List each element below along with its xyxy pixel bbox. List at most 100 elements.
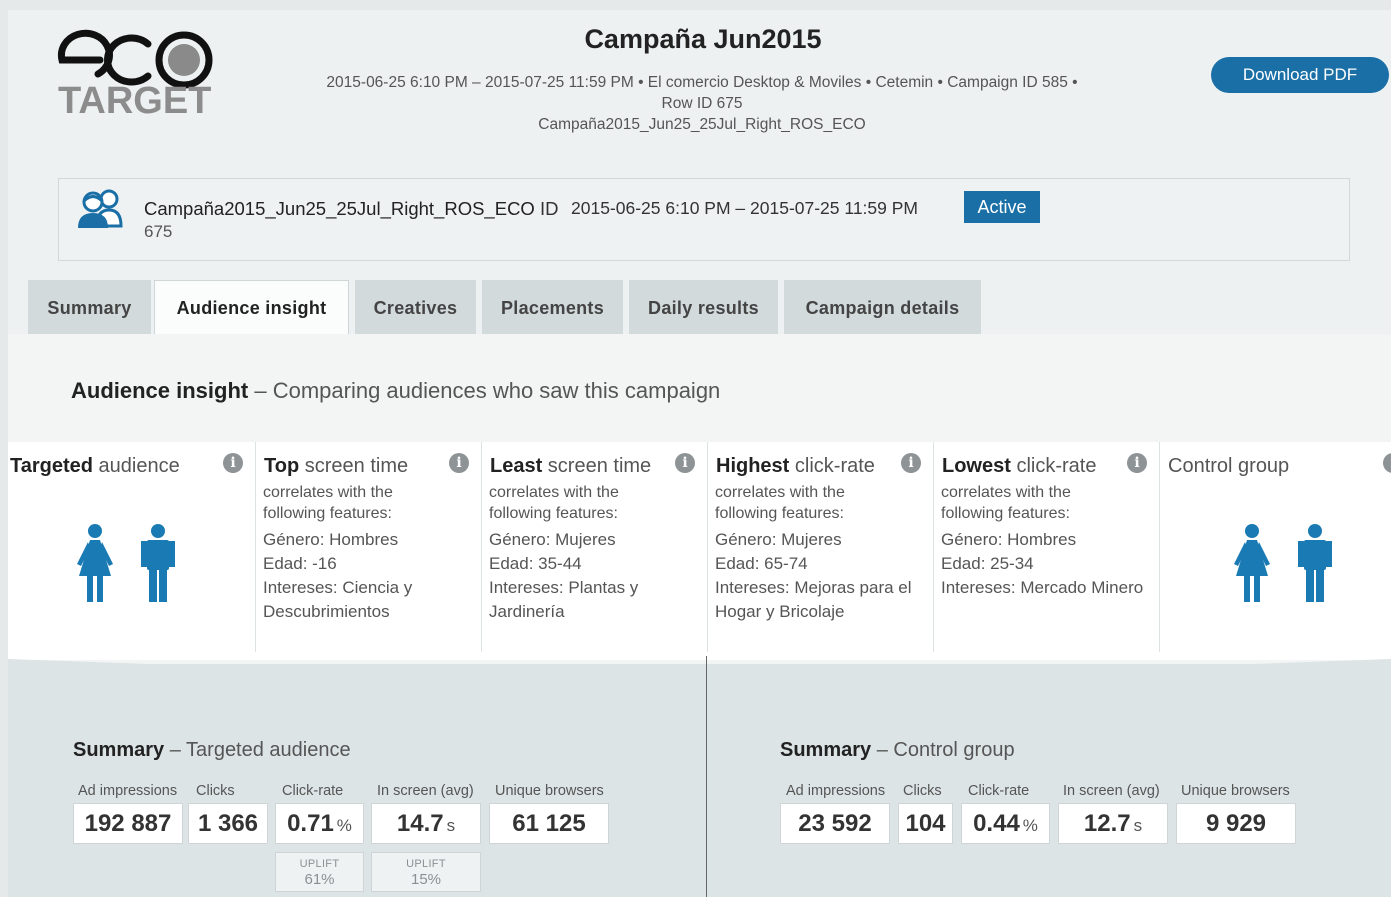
audience-card-title: Lowest click-rate [942,455,1096,478]
stat-label-click-rate: Click-rate [282,783,344,799]
campaign-name: Campaña2015_Jun25_25Jul_Right_ROS_ECO ID [144,198,558,220]
campaign-meta: 2015-06-25 6:10 PM – 2015-07-25 11:59 PM… [270,72,1134,135]
wave-divider [8,659,1391,684]
info-icon[interactable]: i [675,453,695,473]
audience-card-description: correlates with the following features: [489,484,619,522]
info-icon[interactable]: i [1127,453,1147,473]
stat-unique-browsers: 61 125 [489,803,609,844]
page: TARGET Campaña Jun2015 2015-06-25 6:10 P… [8,10,1391,897]
section-title: Audience insight – Comparing audiences w… [71,378,720,404]
stat-clicks: 1 366 [188,803,268,844]
audience-card-lowest-click-rate: Lowest click-rate i correlates with the … [934,442,1160,652]
stat-ad-impressions: 192 887 [73,803,183,844]
campaign-id-value: 675 [144,222,173,241]
stat-click-rate: 0.44% [961,803,1050,844]
summary-control-title: Summary – Control group [780,739,1015,762]
stat-label-in-screen: In screen (avg) [1063,783,1160,799]
uplift-value: 15% [410,871,442,888]
feature-item: Edad: 65-74 [715,554,808,573]
male-figure-icon [141,524,175,602]
campaign-id-label: ID [534,198,559,219]
audience-card-features: Género: Mujeres Edad: 65-74 Intereses: M… [715,528,931,624]
audience-card-title: Control group [1168,455,1289,478]
info-icon[interactable]: i [1383,453,1391,473]
stat-ad-impressions: 23 592 [780,803,890,844]
tab-audience-insight[interactable]: Audience insight [154,280,349,336]
audience-card-features: Género: Hombres Edad: -16 Intereses: Cie… [263,528,481,624]
audience-card-title-rest: screen time [299,455,409,477]
feature-item: Intereses: Plantas y Jardinería [489,578,639,621]
uplift-label: UPLIFT [299,858,340,870]
page-title: Campaña Jun2015 [584,24,822,54]
feature-item: Edad: 35-44 [489,554,582,573]
audience-card-title-rest: click-rate [1010,455,1097,477]
summary-title-bold: Summary [73,739,165,761]
audience-card-title-bold: Lowest [942,455,1011,477]
users-icon [78,189,123,228]
feature-item: Género: Mujeres [715,530,842,549]
summary-area-bg [8,664,1391,897]
audience-card-targeted: Targeted audience i [8,442,256,652]
tab-campaign-details[interactable]: Campaign details [784,280,981,335]
audience-card-title-bold: Least [490,455,543,477]
audience-card-features: Género: Mujeres Edad: 35-44 Intereses: P… [489,528,679,624]
section-title-rest: – Comparing audiences who saw this campa… [248,378,721,403]
stat-label-ad-impressions: Ad impressions [786,783,886,799]
summary-title-rest: – Control group [871,739,1015,761]
stat-label-in-screen: In screen (avg) [377,783,474,799]
stat-value: 12.7 [1083,810,1131,837]
campaign-meta-line: Row ID 675 [661,95,743,112]
audience-card-features: Género: Hombres Edad: 25-34 Intereses: M… [941,528,1159,600]
audience-card-control-group: Control group i [1160,442,1391,652]
audience-card-title: Highest click-rate [716,455,875,478]
tab-panel-audience-insight: Audience insight – Comparing audiences w… [8,334,1391,897]
tab-placements[interactable]: Placements [482,280,623,335]
stat-value: 104 [905,810,946,837]
stat-unit: % [336,816,352,835]
audience-card-title: Targeted audience [10,455,180,478]
stat-in-screen: 12.7 s [1058,803,1168,844]
stat-value: 0.71 [287,810,334,837]
info-icon[interactable]: i [449,453,469,473]
tab-summary[interactable]: Summary [28,280,151,335]
stat-unit: % [1022,816,1038,835]
feature-item: Edad: 25-34 [941,554,1034,573]
audience-card-title-bold: Top [264,455,300,477]
feature-item: Género: Hombres [263,530,399,549]
feature-item: Género: Mujeres [489,530,616,549]
section-title-bold: Audience insight [71,378,249,403]
stat-value: 1 366 [197,810,259,837]
audience-card-title-rest: screen time [542,455,652,477]
audience-card-title-bold: Highest [716,455,790,477]
gender-figures-icon [77,524,175,602]
stat-value: 192 887 [84,810,172,837]
summary-title-rest: – Targeted audience [164,739,351,761]
audience-card-highest-click-rate: Highest click-rate i correlates with the… [708,442,934,652]
stat-label-unique-browsers: Unique browsers [1181,783,1290,799]
info-icon[interactable]: i [223,453,243,473]
tab-creatives[interactable]: Creatives [355,280,476,335]
feature-item: Edad: -16 [263,554,337,573]
stat-label-clicks: Clicks [196,783,235,799]
summary-targeted-title: Summary – Targeted audience [73,739,351,762]
audience-card-title: Top screen time [264,455,408,478]
audience-card-title-rest: audience [92,455,180,477]
stat-label-clicks: Clicks [903,783,942,799]
feature-item: Intereses: Ciencia y Descubrimientos [263,578,413,621]
audience-card-top-screen-time: Top screen time i correlates with the fo… [256,442,482,652]
feature-item: Género: Hombres [941,530,1077,549]
stat-unique-browsers: 9 929 [1176,803,1296,844]
stat-value: 14.7 [396,810,444,837]
download-pdf-button[interactable]: Download PDF [1211,57,1389,93]
audience-card-title-bold: Targeted [10,455,93,477]
summary-title-bold: Summary [780,739,872,761]
logo-wordmark: TARGET [58,80,212,122]
tab-daily-results[interactable]: Daily results [629,280,778,335]
gender-figures-icon [1234,524,1332,602]
info-icon[interactable]: i [901,453,921,473]
stat-in-screen: 14.7 s [371,803,481,844]
ecotarget-logo: TARGET [56,28,216,128]
uplift-label: UPLIFT [406,858,446,870]
summary-divider [706,656,707,897]
campaign-info-box: Campaña2015_Jun25_25Jul_Right_ROS_ECO ID… [58,178,1350,261]
